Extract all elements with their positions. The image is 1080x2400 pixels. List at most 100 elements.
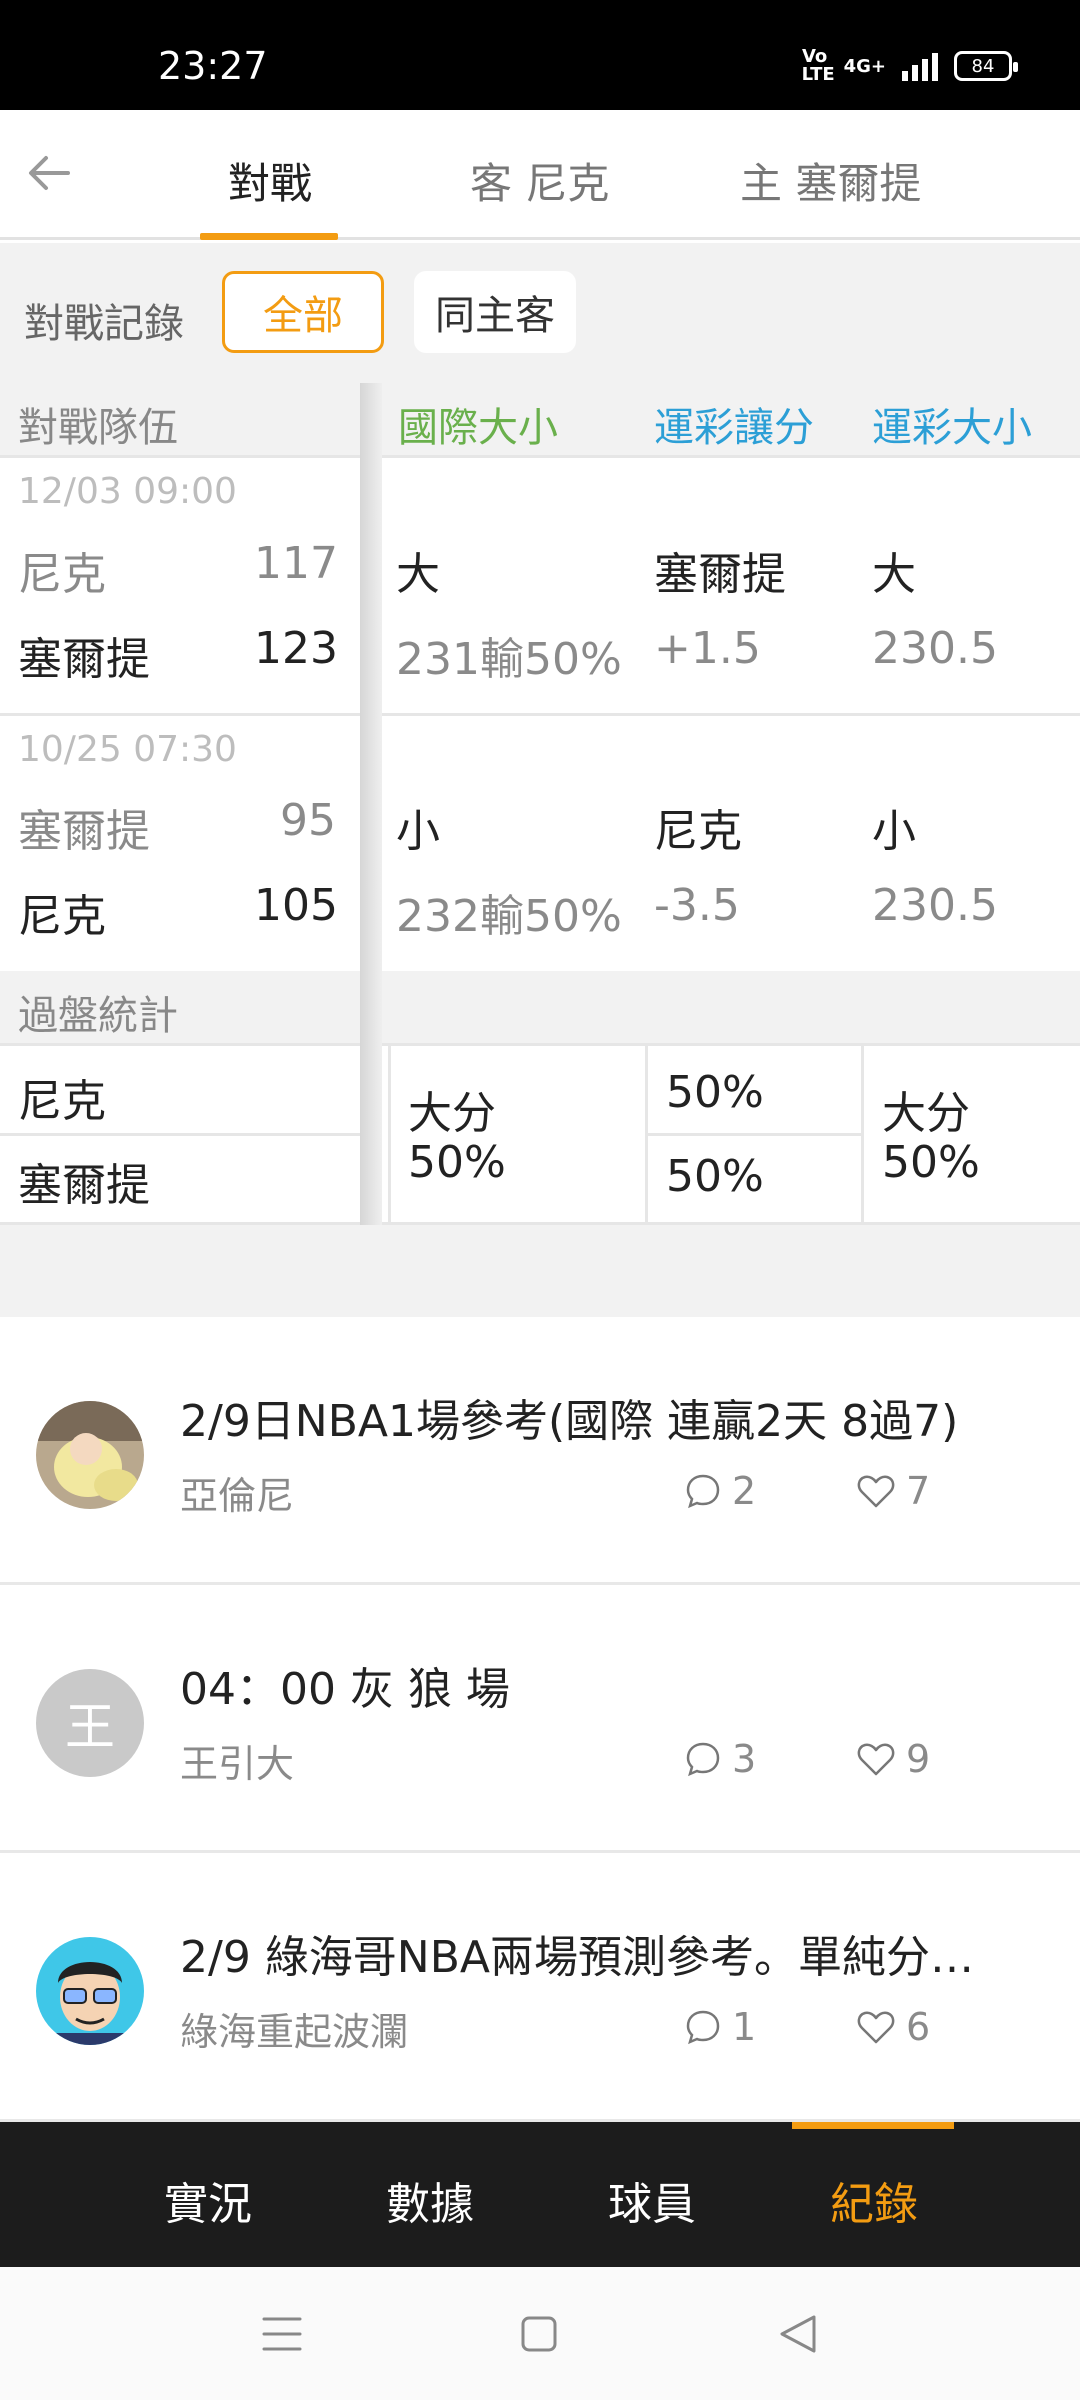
network-type: 4G+ [843, 55, 886, 77]
ou-result: 小 [872, 806, 916, 857]
avatar [36, 1401, 144, 1509]
header-team: 對戰隊伍 [18, 405, 178, 451]
filter-label: 對戰記錄 [24, 301, 184, 347]
comment-count-value: 3 [732, 1737, 757, 1781]
bottom-nav: 實況 數據 球員 紀錄 [0, 2122, 1080, 2267]
post-author[interactable]: 王引大 [180, 1733, 294, 1788]
battery-icon: 84 [954, 51, 1018, 81]
intl-line: 231輸50% [396, 634, 622, 685]
divider [645, 1133, 861, 1136]
post-author[interactable]: 亞倫尼 [180, 1465, 294, 1520]
like-count-value: 7 [906, 1469, 931, 1513]
volte-icon: Vo LTE [801, 46, 835, 85]
home-team: 塞爾提 [18, 634, 150, 685]
status-time: 23:27 [158, 44, 268, 88]
nav-players[interactable]: 球員 [608, 2168, 696, 2232]
status-bar: 23:27 Vo LTE 4G+ 84 [0, 0, 1080, 110]
divider [0, 455, 1080, 458]
section-gap [0, 1225, 1080, 1317]
ou-line: 230.5 [872, 880, 998, 931]
summary-band-right [382, 971, 1080, 1043]
back-triangle-icon[interactable] [778, 2313, 818, 2355]
summary-spread-team2-pct: 50% [666, 1151, 764, 1202]
like-count[interactable]: 9 [856, 1737, 930, 1781]
tab-away-team[interactable]: 客 尼克 [470, 150, 609, 211]
tab-matchup[interactable]: 對戰 [228, 150, 312, 211]
spread-team: 塞爾提 [654, 549, 786, 600]
away-team: 尼克 [18, 549, 106, 600]
header-intl-ou: 國際大小 [398, 405, 558, 451]
intl-result: 大 [396, 549, 440, 600]
nav-stats[interactable]: 數據 [386, 2168, 474, 2232]
back-arrow-icon[interactable] [24, 148, 74, 198]
summary-intl-label: 大分 [408, 1088, 496, 1139]
comment-icon [686, 1474, 720, 1509]
avatar [36, 1937, 144, 2045]
menu-icon[interactable] [262, 2315, 302, 2353]
comment-count-value: 2 [732, 1469, 757, 1513]
like-count[interactable]: 6 [856, 2005, 930, 2049]
game-date: 12/03 09:00 [18, 471, 237, 512]
post-title[interactable]: 04：00 灰 狼 場 [180, 1653, 1040, 1717]
summary-team2: 塞爾提 [18, 1160, 150, 1211]
divider [0, 1043, 1080, 1046]
spread-team: 尼克 [654, 806, 742, 857]
top-nav: 對戰 客 尼克 主 塞爾提 [0, 110, 1080, 240]
divider [388, 1043, 391, 1225]
comment-count[interactable]: 1 [684, 2005, 756, 2049]
post-item[interactable]: 2/9 綠海哥NBA兩場預測參考。單純分… 綠海重起波瀾 1 6 [0, 1853, 1080, 2122]
heart-icon [857, 1475, 895, 1508]
signal-icon [902, 51, 938, 81]
comment-icon [686, 1742, 720, 1777]
avatar: 王 [36, 1669, 144, 1777]
summary-intl-pct: 50% [408, 1137, 506, 1188]
like-count[interactable]: 7 [856, 1469, 930, 1513]
summary-spread-team1-pct: 50% [666, 1067, 764, 1118]
status-icons: Vo LTE 4G+ 84 [801, 46, 1018, 85]
comment-count[interactable]: 3 [684, 1737, 756, 1781]
filter-same-venue-button[interactable]: 同主客 [414, 271, 576, 353]
post-title[interactable]: 2/9 綠海哥NBA兩場預測參考。單純分… [180, 1921, 1040, 1985]
frozen-column-shadow [360, 383, 382, 1225]
active-nav-indicator [792, 2122, 954, 2129]
ou-line: 230.5 [872, 623, 998, 674]
summary-ou-label: 大分 [882, 1088, 970, 1139]
home-icon[interactable] [520, 2315, 558, 2353]
summary-label: 過盤統計 [18, 993, 178, 1039]
filter-row: 對戰記錄 全部 同主客 [0, 243, 1080, 383]
header-spread: 運彩讓分 [654, 405, 814, 451]
matchup-table: 對戰隊伍 國際大小 運彩讓分 運彩大小 12/03 09:00 尼克 117 塞… [0, 383, 1080, 1225]
comment-count[interactable]: 2 [684, 1469, 756, 1513]
ou-result: 大 [872, 549, 916, 600]
like-count-value: 6 [906, 2005, 931, 2049]
active-tab-indicator [200, 233, 338, 240]
header-ou: 運彩大小 [872, 405, 1032, 451]
comment-count-value: 1 [732, 2005, 757, 2049]
battery-level: 84 [971, 55, 995, 77]
system-nav-bar [0, 2267, 1080, 2400]
divider [0, 713, 1080, 716]
spread-line: -3.5 [654, 880, 740, 931]
tab-home-team[interactable]: 主 塞爾提 [740, 150, 921, 211]
divider [0, 1133, 382, 1136]
away-score: 95 [280, 795, 336, 846]
heart-icon [857, 1743, 895, 1776]
spread-line: +1.5 [654, 623, 761, 674]
nav-live[interactable]: 實況 [164, 2168, 252, 2232]
post-author[interactable]: 綠海重起波瀾 [180, 2001, 408, 2056]
divider [861, 1043, 864, 1225]
summary-ou-pct: 50% [882, 1137, 980, 1188]
post-title[interactable]: 2/9日NBA1場參考(國際 連贏2天 8過7) [180, 1385, 1040, 1449]
comment-icon [686, 2010, 720, 2045]
post-item[interactable]: 2/9日NBA1場參考(國際 連贏2天 8過7) 亞倫尼 2 7 [0, 1317, 1080, 1585]
summary-team1: 尼克 [18, 1076, 106, 1127]
away-score: 117 [254, 538, 338, 589]
heart-icon [857, 2011, 895, 2044]
home-score: 123 [254, 623, 338, 674]
nav-records[interactable]: 紀錄 [830, 2168, 918, 2232]
filter-all-button[interactable]: 全部 [222, 271, 384, 353]
post-item[interactable]: 王 04：00 灰 狼 場 王引大 3 9 [0, 1585, 1080, 1853]
intl-result: 小 [396, 806, 440, 857]
away-team: 塞爾提 [18, 806, 150, 857]
home-score: 105 [254, 880, 338, 931]
